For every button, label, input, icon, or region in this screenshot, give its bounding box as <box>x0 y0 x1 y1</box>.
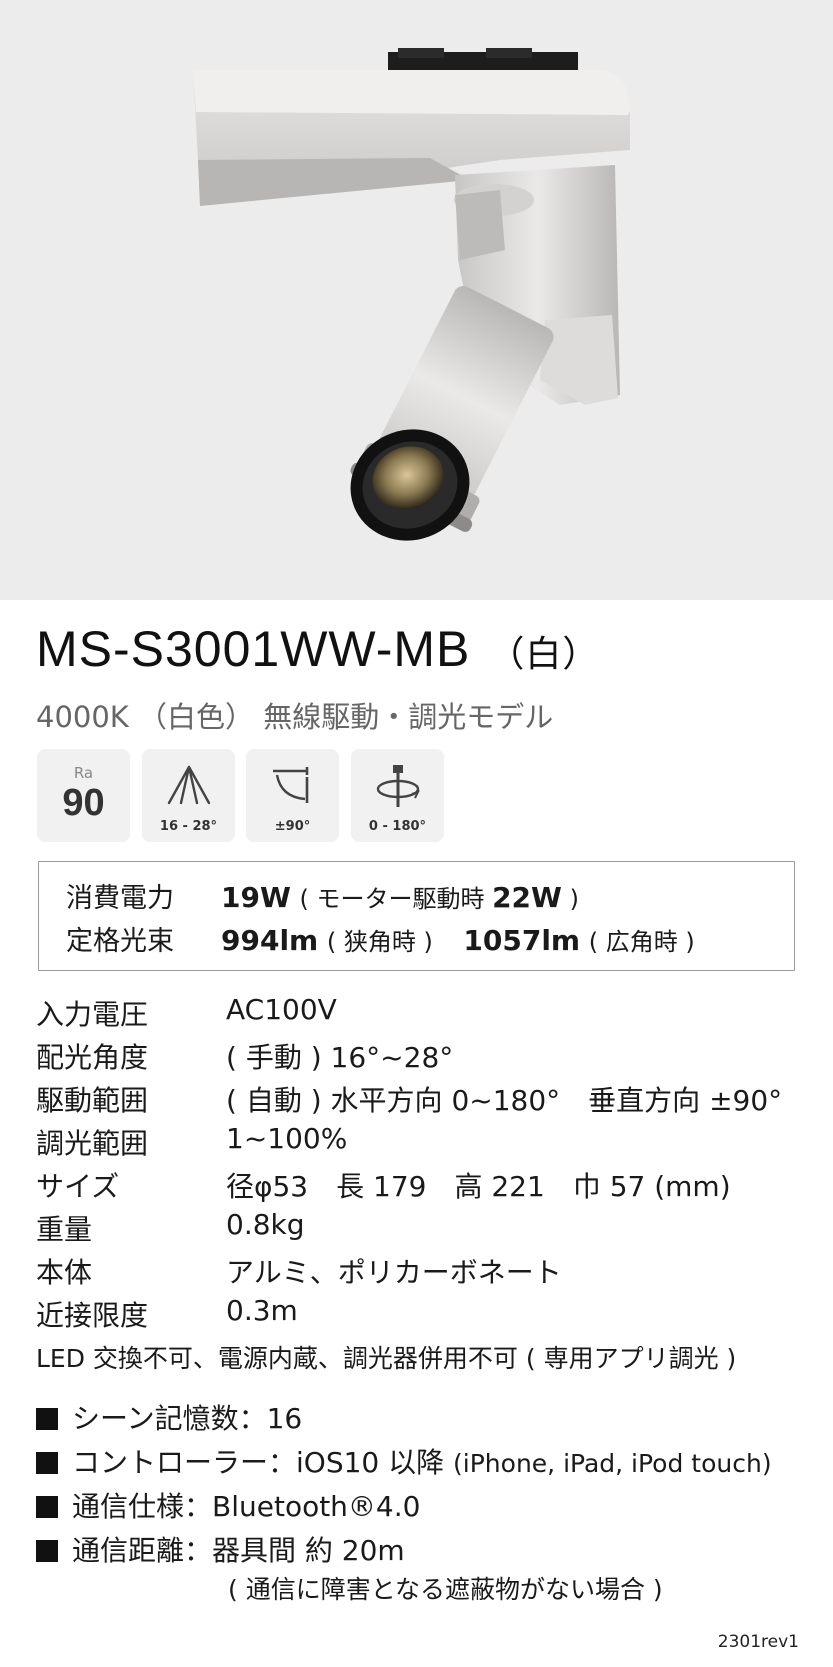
flux-narrow-note: ( 狭角時 ) <box>326 928 433 956</box>
flux-wide-value: 1057lm <box>463 924 581 957</box>
beam-angle-icon <box>167 765 211 805</box>
power-note-post: ) <box>561 885 579 913</box>
rotation-badge: 0 - 180° <box>351 749 444 842</box>
power-value: 19W <box>221 881 291 914</box>
power-note-pre: ( モーター駆動時 <box>299 885 493 913</box>
spec-key: 近接限度 <box>36 1299 149 1332</box>
feature-item: シーン記憶数：16 <box>36 1397 302 1437</box>
spec-value: AC100V <box>226 993 337 1026</box>
spec-value: 1~100% <box>226 1122 348 1155</box>
power-flux-box: 消費電力 19W ( モーター駆動時 22W ) 定格光束 994lm ( 狭角時 … <box>38 861 795 971</box>
bullet-square-icon <box>36 1496 58 1518</box>
feature-label: シーン記憶数：16 <box>72 1402 303 1435</box>
power-line: 消費電力 19W ( モーター駆動時 22W ) <box>66 876 579 915</box>
tilt-icon <box>273 767 309 803</box>
led-note: LED 交換不可、電源内蔵、調光器併用不可 ( 専用アプリ調光 ) <box>36 1344 737 1373</box>
feature-label: コントローラー：iOS10 以降 <box>72 1446 454 1479</box>
spec-key: 配光角度 <box>36 1041 149 1074</box>
revision-code: 2301rev1 <box>717 1632 799 1652</box>
rotation-icon <box>376 765 420 807</box>
beam-angle-badge: 16 - 28° <box>142 749 235 842</box>
feature-item: コントローラー：iOS10 以降 (iPhone, iPad, iPod tou… <box>36 1441 772 1481</box>
spec-value: ( 自動 ) 水平方向 0~180° 垂直方向 ±90° <box>226 1084 783 1117</box>
flux-line: 定格光束 994lm ( 狭角時 ) 1057lm ( 広角時 ) <box>66 919 695 958</box>
power-motor-value: 22W <box>492 881 562 914</box>
bullet-square-icon <box>36 1452 58 1474</box>
feature-extra: (iPhone, iPad, iPod touch) <box>453 1449 772 1478</box>
spec-key: 重量 <box>36 1213 93 1246</box>
spec-key: 本体 <box>36 1256 93 1289</box>
spec-value: アルミ、ポリカーボネート <box>226 1256 562 1289</box>
bullet-square-icon <box>36 1408 58 1430</box>
tilt-badge: ±90° <box>246 749 339 842</box>
flux-narrow-value: 994lm <box>221 924 319 957</box>
tilt-caption: ±90° <box>274 819 311 834</box>
spec-value: 0.8kg <box>226 1208 305 1241</box>
spec-value: ( 手動 ) 16°~28° <box>226 1041 454 1074</box>
ra-badge: Ra 90 <box>37 749 130 842</box>
spotlight-illustration <box>193 48 630 541</box>
feature-label: 通信距離：器具間 約 20m <box>72 1534 405 1567</box>
rotation-caption: 0 - 180° <box>368 819 427 834</box>
ra-label: Ra <box>73 764 94 782</box>
spec-key: 入力電圧 <box>36 998 149 1031</box>
spec-key: 駆動範囲 <box>36 1084 149 1117</box>
product-photo <box>0 0 833 600</box>
feature-footnote: ( 通信に障害となる遮蔽物がない場合 ) <box>228 1575 663 1604</box>
model-subtitle: 4000K （白色） 無線駆動・調光モデル <box>36 700 554 734</box>
flux-label: 定格光束 <box>66 926 174 957</box>
spec-value: 0.3m <box>226 1294 298 1327</box>
ra-value: 90 <box>62 782 105 824</box>
feature-label: 通信仕様：Bluetooth®4.0 <box>72 1490 421 1523</box>
model-code: MS-S3001WW-MB <box>36 621 471 677</box>
model-name: MS-S3001WW-MB （白） <box>36 620 599 678</box>
model-color-suffix: （白） <box>488 634 600 675</box>
spec-value: 径φ53 長 179 高 221 巾 57 (mm) <box>226 1170 731 1203</box>
spec-key: 調光範囲 <box>36 1127 149 1160</box>
beam-angle-caption: 16 - 28° <box>159 819 218 834</box>
spec-key: サイズ <box>36 1170 120 1203</box>
bullet-square-icon <box>36 1540 58 1562</box>
feature-item: 通信仕様：Bluetooth®4.0 <box>36 1485 420 1525</box>
flux-wide-note: ( 広角時 ) <box>588 928 695 956</box>
power-label: 消費電力 <box>66 883 174 914</box>
feature-item: 通信距離：器具間 約 20m <box>36 1529 405 1569</box>
